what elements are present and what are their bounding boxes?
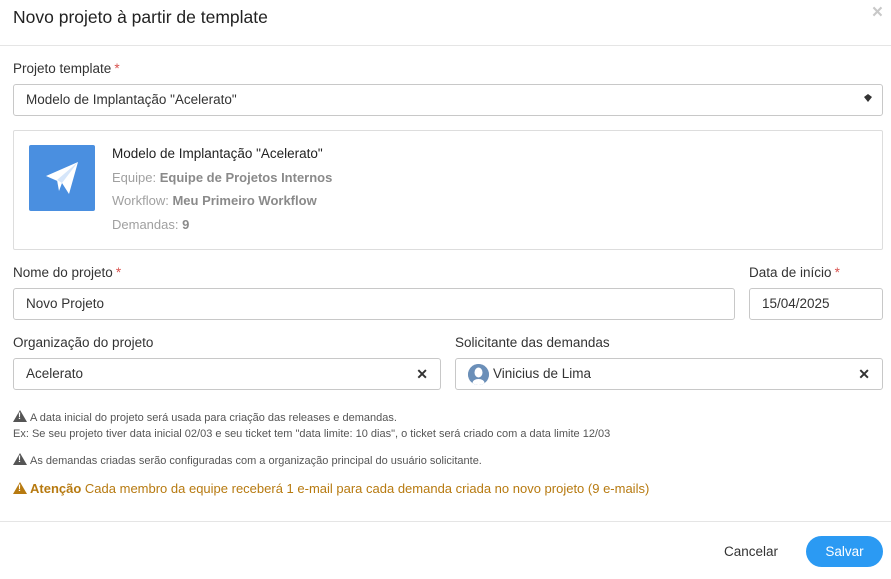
required-mark: * [115, 265, 122, 280]
requester-value: Vinicius de Lima [493, 366, 592, 381]
warning-icon [13, 482, 27, 494]
warning-icon [13, 453, 27, 465]
template-workflow: Workflow: Meu Primeiro Workflow [112, 193, 317, 208]
attention-note: Atenção Cada membro da equipe receberá 1… [13, 481, 649, 496]
organization-note: As demandas criadas serão configuradas c… [13, 453, 482, 467]
template-demands: Demandas: 9 [112, 217, 190, 232]
save-button[interactable]: Salvar [806, 536, 883, 567]
date-note: A data inicial do projeto será usada par… [13, 410, 397, 424]
template-team: Equipe: Equipe de Projetos Internos [112, 170, 333, 185]
sort-caret-icon [864, 94, 872, 102]
required-mark: * [834, 265, 840, 280]
requester-label: Solicitante das demandas [455, 335, 610, 350]
paper-plane-icon [29, 145, 95, 211]
template-name: Modelo de Implantação "Acelerato" [112, 146, 323, 161]
date-example-note: Ex: Se seu projeto tiver data inicial 02… [13, 428, 611, 440]
template-label: Projeto template * [13, 61, 120, 76]
footer-divider [0, 521, 891, 522]
start-date-label: Data de início * [749, 265, 840, 280]
template-select-value: Modelo de Implantação "Acelerato" [26, 92, 237, 107]
dialog-header: Novo projeto à partir de template × [0, 0, 891, 46]
organization-value: Acelerato [26, 366, 84, 381]
template-preview-card: Modelo de Implantação "Acelerato" Equipe… [13, 130, 883, 250]
template-select[interactable]: Modelo de Implantação "Acelerato" [13, 84, 883, 116]
organization-label: Organização do projeto [13, 335, 154, 350]
dialog-title: Novo projeto à partir de template [13, 7, 268, 27]
avatar [468, 364, 489, 385]
requester-select[interactable]: Vinicius de Lima ✕ [455, 358, 883, 390]
project-name-input[interactable]: Novo Projeto [13, 288, 735, 320]
organization-select[interactable]: Acelerato ✕ [13, 358, 441, 390]
required-mark: * [114, 61, 120, 76]
close-button[interactable]: × [872, 3, 883, 23]
clear-organization-icon[interactable]: ✕ [416, 359, 428, 389]
start-date-input[interactable]: 15/04/2025 [749, 288, 883, 320]
cancel-button[interactable]: Cancelar [712, 537, 790, 567]
warning-icon [13, 410, 27, 422]
clear-requester-icon[interactable]: ✕ [858, 359, 870, 389]
project-name-label: Nome do projeto * [13, 265, 122, 280]
